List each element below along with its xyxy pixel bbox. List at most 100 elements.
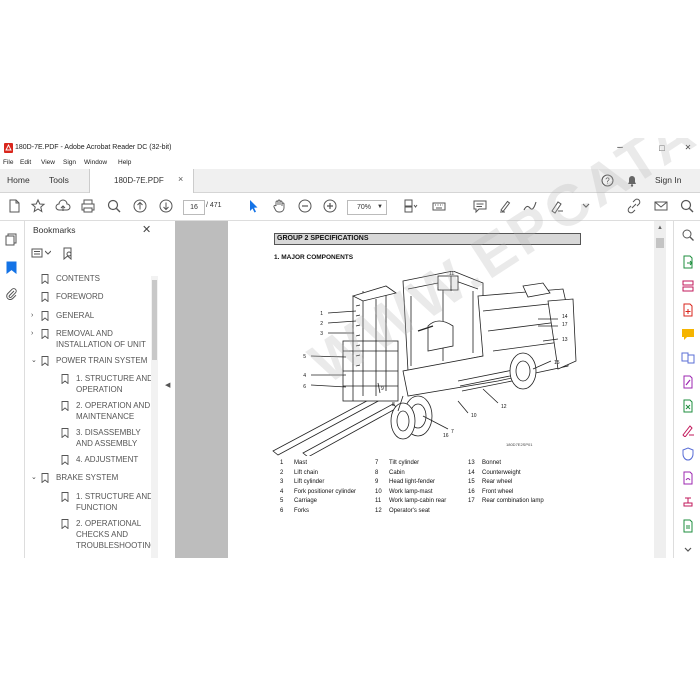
stamp-tool-icon[interactable] xyxy=(681,495,695,509)
legend-number: 17 xyxy=(468,498,475,505)
menu-view[interactable]: View xyxy=(41,159,55,166)
keyboard-icon[interactable] xyxy=(431,198,447,214)
export-pdf-icon[interactable] xyxy=(681,255,695,269)
zoom-level-select[interactable]: 70% ▼ xyxy=(347,200,387,215)
bookmark-label: FUNCTION xyxy=(76,503,118,512)
panel-splitter[interactable]: ◀ xyxy=(161,221,175,558)
next-page-icon[interactable] xyxy=(158,198,174,214)
legend-label: Carriage xyxy=(294,498,318,505)
attachments-paperclip-icon[interactable] xyxy=(5,287,18,300)
document-tab-label: 180D-7E.PDF xyxy=(114,176,164,185)
page-number-input[interactable]: 16 xyxy=(183,200,205,215)
bookmark-expand-arrow-icon[interactable]: ⌄ xyxy=(31,355,37,366)
figure-id: 180D7E2SP01 xyxy=(506,442,533,447)
document-viewport[interactable]: GROUP 2 SPECIFICATIONS 1. MAJOR COMPONEN… xyxy=(175,138,700,558)
close-tab-button[interactable]: × xyxy=(178,174,183,184)
legend-label: Lift chain xyxy=(294,469,319,476)
zoom-out-icon[interactable] xyxy=(297,198,313,214)
cloud-upload-icon[interactable] xyxy=(55,198,71,214)
more-tools-chevron-icon[interactable] xyxy=(681,543,695,557)
bookmarks-scroll-thumb[interactable] xyxy=(152,280,157,360)
menu-window[interactable]: Window xyxy=(84,159,107,166)
find-text-icon[interactable] xyxy=(679,198,695,214)
page-thumbnails-icon[interactable] xyxy=(5,233,18,246)
bookmark-flag-icon xyxy=(61,428,69,438)
comment-tool-icon[interactable] xyxy=(681,327,695,341)
email-icon[interactable] xyxy=(653,198,669,214)
tab-tools[interactable]: Tools xyxy=(49,169,69,192)
bookmark-label: TROUBLESHOOTING xyxy=(76,541,157,550)
svg-text:8: 8 xyxy=(392,402,395,408)
legend-label: Rear combination lamp xyxy=(482,498,544,505)
legend-number: 16 xyxy=(468,488,475,495)
bookmark-expand-arrow-icon[interactable]: › xyxy=(31,328,33,339)
bookmark-flag-icon xyxy=(41,274,49,284)
bookmark-label: CONTENTS xyxy=(56,274,100,283)
bookmarks-scrollbar[interactable] xyxy=(151,276,158,558)
comment-icon[interactable] xyxy=(472,198,488,214)
bookmark-label: MAINTENANCE xyxy=(76,412,135,421)
bookmark-label: OPERATION xyxy=(76,385,123,394)
legend-number: 9 xyxy=(375,479,379,486)
bookmark-expand-arrow-icon[interactable]: › xyxy=(31,310,33,321)
bookmark-flag-icon xyxy=(61,519,69,529)
bookmark-star-icon[interactable] xyxy=(30,198,46,214)
bookmark-label: POWER TRAIN SYSTEM xyxy=(56,356,148,365)
search-tool-icon[interactable] xyxy=(681,228,695,242)
legend-number: 14 xyxy=(468,469,475,476)
scroll-up-arrow-icon[interactable]: ▲ xyxy=(657,225,663,231)
more-tools-icon[interactable] xyxy=(681,519,695,533)
zoom-caret-icon: ▼ xyxy=(377,204,383,210)
create-pdf-tool-icon[interactable] xyxy=(681,303,695,317)
organize-pages-icon[interactable] xyxy=(681,279,695,293)
menu-edit[interactable]: Edit xyxy=(20,159,31,166)
compress-pdf-icon[interactable] xyxy=(681,399,695,413)
bookmarks-toolbar xyxy=(31,247,91,261)
select-cursor-icon[interactable] xyxy=(245,198,261,214)
legend-number: 8 xyxy=(375,469,379,476)
svg-text:10: 10 xyxy=(471,413,477,419)
bookmark-label: BRAKE SYSTEM xyxy=(56,473,119,482)
bookmark-label: 4. ADJUSTMENT xyxy=(76,455,139,464)
svg-text:15: 15 xyxy=(554,360,560,366)
bookmark-label: AND ASSEMBLY xyxy=(76,439,138,448)
svg-text:12: 12 xyxy=(501,404,507,410)
menu-file[interactable]: File xyxy=(3,159,13,166)
hand-pan-icon[interactable] xyxy=(271,198,287,214)
svg-text:9: 9 xyxy=(381,386,384,392)
page-total: / 471 xyxy=(206,202,222,209)
menu-sign[interactable]: Sign xyxy=(63,159,76,166)
legend-label: Tilt cylinder xyxy=(389,460,420,466)
bookmark-label: INSTALLATION OF UNIT xyxy=(56,340,146,349)
zoom-search-icon[interactable] xyxy=(106,198,122,214)
legend-label: Fork positioner cylinder xyxy=(294,488,357,495)
bookmark-label: 1. STRUCTURE AND xyxy=(76,492,153,501)
tab-home[interactable]: Home xyxy=(7,169,30,192)
fill-sign-tool-icon[interactable] xyxy=(681,423,695,437)
create-pdf-icon[interactable] xyxy=(6,198,22,214)
document-scrollbar[interactable]: ▲ xyxy=(654,221,666,558)
legend-label: Mast xyxy=(294,460,308,466)
legend-label: Bonnet xyxy=(482,460,502,466)
zoom-in-icon[interactable] xyxy=(322,198,338,214)
send-for-signature-icon[interactable] xyxy=(681,471,695,485)
edit-pdf-icon[interactable] xyxy=(681,375,695,389)
bookmarks-panel-icon[interactable] xyxy=(6,261,17,274)
combine-files-icon[interactable] xyxy=(681,351,695,365)
tab-document[interactable]: 180D-7E.PDF × xyxy=(89,169,194,193)
print-icon[interactable] xyxy=(80,198,96,214)
page-display-icon[interactable] xyxy=(402,198,418,214)
bookmark-options-caret-icon[interactable] xyxy=(45,250,51,256)
svg-text:6: 6 xyxy=(303,384,306,390)
close-bookmarks-button[interactable]: ✕ xyxy=(142,223,151,236)
bookmark-options-icon[interactable] xyxy=(31,247,43,259)
svg-text:1: 1 xyxy=(320,311,323,317)
document-scroll-thumb[interactable] xyxy=(656,238,664,248)
bookmark-expand-arrow-icon[interactable]: ⌄ xyxy=(31,472,37,483)
previous-page-icon[interactable] xyxy=(132,198,148,214)
protect-shield-icon[interactable] xyxy=(681,447,695,461)
menu-help[interactable]: Help xyxy=(118,159,131,166)
find-bookmark-icon[interactable] xyxy=(62,247,74,260)
collapse-panel-arrow-icon[interactable]: ◀ xyxy=(165,381,170,389)
legend-label: Head light-fender xyxy=(389,479,436,486)
